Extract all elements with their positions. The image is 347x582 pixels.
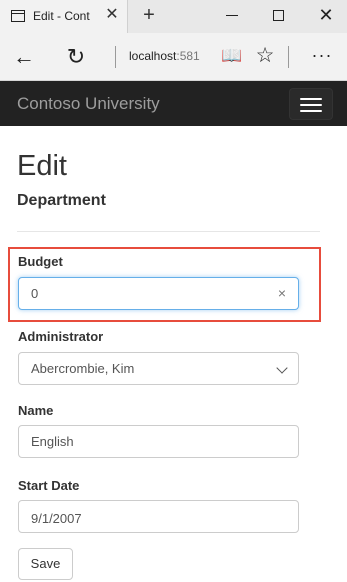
refresh-icon[interactable]: ↻ [64, 45, 88, 69]
start-date-input[interactable]: 9/1/2007 [18, 500, 299, 533]
chevron-down-icon [276, 362, 288, 374]
hamburger-menu-button[interactable] [289, 88, 333, 120]
budget-value: 0 [31, 286, 39, 301]
start-date-label: Start Date [18, 478, 80, 493]
hamburger-bar [300, 104, 322, 106]
page-subtitle: Department [17, 192, 106, 209]
budget-label: Budget [18, 254, 63, 269]
divider [17, 231, 320, 232]
new-tab-icon[interactable]: + [137, 3, 161, 27]
save-button[interactable]: Save [18, 548, 73, 580]
hamburger-bar [300, 110, 322, 112]
name-input[interactable]: English [18, 425, 299, 458]
site-navbar: Contoso University [0, 81, 347, 126]
administrator-selected: Abercrombie, Kim [31, 361, 135, 376]
brand-link[interactable]: Contoso University [17, 94, 160, 114]
tab-title: Edit - Cont [33, 9, 90, 23]
tab-close-icon[interactable]: ✕ [103, 5, 121, 25]
minimize-icon[interactable] [226, 15, 238, 16]
browser-tab[interactable]: Edit - Cont ✕ [0, 0, 128, 33]
hamburger-bar [300, 98, 322, 100]
window-close-icon[interactable]: ✕ [316, 4, 336, 26]
budget-input[interactable]: 0 × [18, 277, 299, 310]
name-value: English [31, 434, 74, 449]
name-label: Name [18, 403, 54, 418]
url-host: localhost [129, 49, 177, 63]
toolbar-separator [288, 46, 289, 68]
administrator-select[interactable]: Abercrombie, Kim [18, 352, 299, 385]
address-separator [115, 46, 116, 68]
start-date-value: 9/1/2007 [31, 511, 82, 526]
favorite-star-icon[interactable]: ☆ [253, 44, 277, 68]
more-dots-icon[interactable]: ··· [309, 43, 335, 67]
maximize-icon[interactable] [273, 10, 284, 21]
browser-tab-bar: Edit - Cont ✕ + ✕ [0, 0, 347, 33]
url-field[interactable]: localhost:581 [129, 49, 200, 63]
administrator-label: Administrator [18, 329, 104, 344]
page-title: Edit [17, 150, 67, 182]
tab-page-icon [11, 10, 25, 22]
reading-view-icon[interactable]: 📖 [221, 46, 242, 66]
clear-icon[interactable]: × [278, 278, 286, 309]
address-bar: ← ↻ localhost:581 📖 ☆ ··· [0, 33, 347, 81]
url-port: :581 [176, 49, 200, 63]
back-arrow-icon[interactable]: ← [12, 45, 36, 69]
